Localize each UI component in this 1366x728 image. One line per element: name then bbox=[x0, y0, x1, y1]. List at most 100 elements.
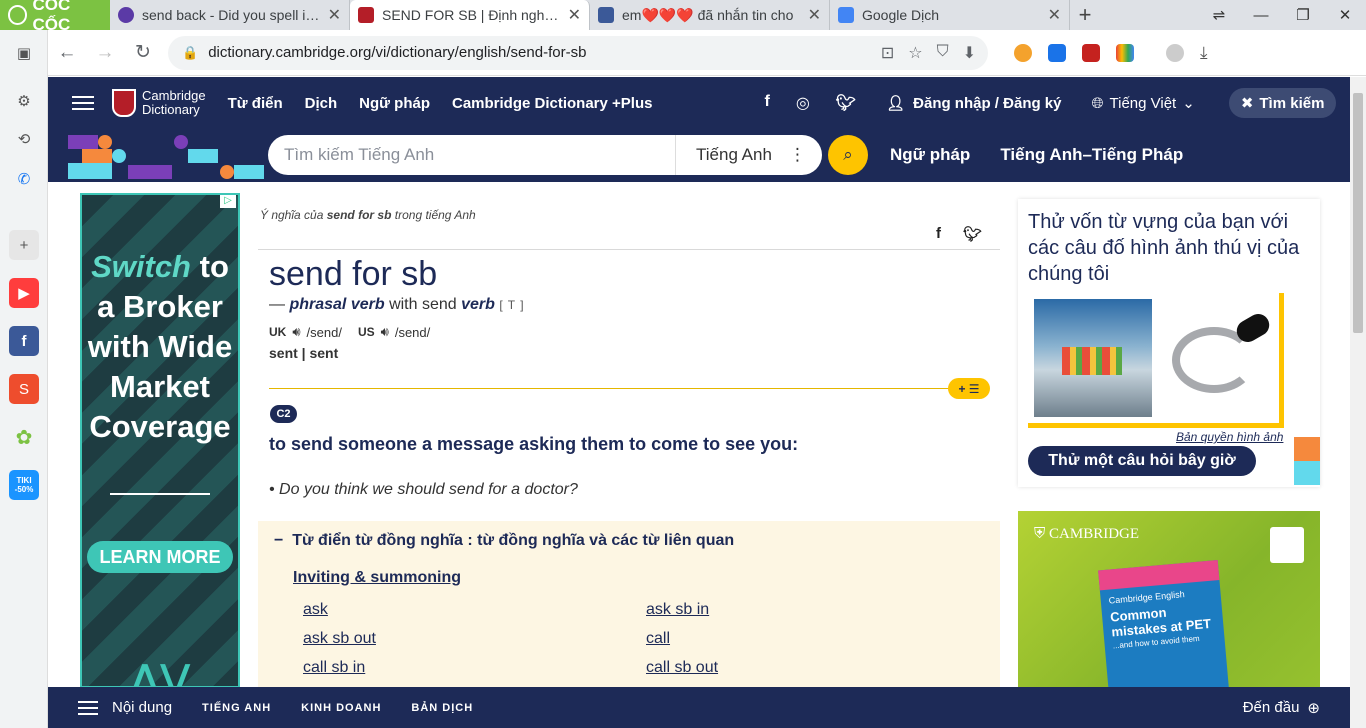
page-scrollbar[interactable] bbox=[1350, 77, 1366, 728]
search-toggle-button[interactable]: ✖ Tìm kiếm bbox=[1228, 88, 1337, 118]
nav-dictionary[interactable]: Từ điển bbox=[228, 95, 283, 112]
close-tab-icon[interactable]: ✕ bbox=[328, 5, 341, 25]
history-icon[interactable]: ⟲ bbox=[9, 124, 39, 154]
close-icon: ✖ bbox=[1240, 95, 1254, 112]
thesaurus-word[interactable]: call sb out bbox=[646, 659, 718, 677]
extension-icon[interactable] bbox=[1014, 43, 1032, 62]
link-business[interactable]: KINH DOANH bbox=[301, 702, 381, 714]
leaf-app-icon[interactable]: ✿ bbox=[9, 422, 39, 452]
browser-tab-3[interactable]: em❤️❤️❤️ đã nhắn tin cho ✕ bbox=[590, 0, 830, 30]
scrollbar-thumb[interactable] bbox=[1353, 93, 1363, 333]
search-input[interactable]: Tìm kiếm Tiếng Anh bbox=[268, 135, 676, 175]
minimize-icon[interactable]: — bbox=[1240, 0, 1282, 30]
link-english-french[interactable]: Tiếng Anh–Tiếng Pháp bbox=[1000, 145, 1183, 165]
pos-label: phrasal verb bbox=[289, 296, 385, 313]
uk-audio-icon[interactable]: 🔊︎ bbox=[292, 324, 300, 340]
twitter-share-icon[interactable]: 🐦︎ bbox=[963, 225, 982, 243]
reload-button[interactable]: ↻ bbox=[124, 41, 162, 64]
thesaurus-word[interactable]: ask bbox=[303, 601, 328, 619]
browser-brand[interactable]: CỐC CỐC bbox=[0, 0, 110, 34]
decor-block bbox=[174, 135, 188, 149]
nav-grammar[interactable]: Ngữ pháp bbox=[359, 95, 430, 112]
facebook-icon[interactable]: f bbox=[764, 93, 769, 113]
language-selector[interactable]: 🌐︎ Tiếng Việt ⌄ bbox=[1092, 94, 1195, 113]
top-nav: Từ điển Dịch Ngữ pháp Cambridge Dictiona… bbox=[228, 95, 653, 112]
tiki-icon[interactable]: TIKI -50% bbox=[9, 470, 39, 500]
search-button[interactable]: ⌕ bbox=[828, 135, 868, 175]
add-to-list-button[interactable]: + ☰ bbox=[948, 378, 990, 399]
thesaurus-category[interactable]: Inviting & summoning bbox=[293, 569, 461, 587]
site-header: Cambridge Dictionary Từ điển Dịch Ngữ phá… bbox=[48, 77, 1350, 129]
thesaurus-title: Từ điển từ đồng nghĩa : từ đồng nghĩa và… bbox=[292, 532, 735, 549]
forward-button[interactable]: → bbox=[86, 42, 124, 64]
close-tab-icon[interactable]: ✕ bbox=[808, 5, 821, 25]
us-ipa: /send/ bbox=[394, 324, 431, 340]
grammar-code: [ T ] bbox=[499, 298, 525, 312]
browser-tab-1[interactable]: send back - Did you spell it co ✕ bbox=[110, 0, 350, 30]
tab-title: em❤️❤️❤️ đã nhắn tin cho bbox=[622, 6, 794, 23]
nav-plus[interactable]: Cambridge Dictionary +Plus bbox=[452, 95, 652, 112]
link-english[interactable]: TIẾNG ANH bbox=[202, 702, 271, 714]
pos-verb: verb bbox=[461, 296, 495, 313]
contents-link[interactable]: Nội dung bbox=[112, 699, 172, 716]
decor-block bbox=[68, 135, 98, 149]
link-translation[interactable]: BẢN DỊCH bbox=[411, 702, 473, 714]
thesaurus-word[interactable]: call sb in bbox=[303, 659, 365, 677]
uk-label: UK bbox=[269, 325, 287, 339]
adchoices-icon[interactable]: ▷ bbox=[220, 195, 236, 208]
sidebar-toggle-icon[interactable]: ▣ bbox=[9, 38, 39, 68]
decor-block bbox=[188, 149, 218, 163]
url-field[interactable]: 🔒 dictionary.cambridge.org/vi/dictionary… bbox=[168, 35, 988, 70]
facebook-icon[interactable]: f bbox=[9, 326, 39, 356]
extension-icon[interactable] bbox=[1048, 43, 1066, 62]
translate-icon[interactable]: ⊡ bbox=[881, 43, 894, 63]
close-tab-icon[interactable]: ✕ bbox=[568, 5, 581, 25]
menu-icon[interactable] bbox=[72, 92, 94, 114]
dictionary-select[interactable]: Tiếng Anh ⋮ bbox=[676, 145, 822, 165]
download-arrow-icon[interactable]: ⤓ bbox=[1200, 43, 1208, 63]
image-copyright-link[interactable]: Bản quyền hình ảnh bbox=[1176, 430, 1283, 444]
browser-tab-2[interactable]: SEND FOR SB | Định nghĩa tro ✕ bbox=[350, 0, 590, 30]
extension-icon[interactable] bbox=[1116, 43, 1134, 62]
nav-translate[interactable]: Dịch bbox=[305, 95, 338, 112]
cambridge-logo[interactable]: Cambridge Dictionary bbox=[112, 89, 206, 117]
new-tab-button[interactable]: + bbox=[1070, 0, 1100, 30]
login-link[interactable]: 👤︎ Đăng nhập / Đăng ký bbox=[886, 94, 1061, 113]
instagram-icon[interactable]: ◎ bbox=[796, 93, 810, 113]
browser-tab-4[interactable]: Google Dịch ✕ bbox=[830, 0, 1070, 30]
crumb-prefix: Ý nghĩa của bbox=[260, 208, 324, 222]
shopee-icon[interactable]: S bbox=[9, 374, 39, 404]
back-button[interactable]: ← bbox=[48, 42, 86, 64]
close-tab-icon[interactable]: ✕ bbox=[1048, 5, 1061, 25]
try-quiz-button[interactable]: Thử một câu hỏi bây giờ bbox=[1028, 446, 1256, 476]
left-advertisement[interactable]: ▷ Switch to a Broker with Wide Market Co… bbox=[80, 193, 240, 688]
right-advertisement[interactable]: ⛨ CAMBRIDGE Cambridge English Common mis… bbox=[1018, 511, 1320, 688]
decor-block bbox=[112, 149, 126, 163]
thesaurus-word[interactable]: ask sb out bbox=[303, 630, 376, 648]
settings-gear-icon[interactable]: ⚙ bbox=[9, 86, 39, 116]
learn-more-button[interactable]: LEARN MORE bbox=[87, 541, 233, 573]
profile-avatar[interactable] bbox=[1166, 43, 1184, 62]
twitter-icon[interactable]: 🐦︎ bbox=[836, 93, 856, 113]
us-audio-icon[interactable]: 🔊︎ bbox=[381, 324, 389, 340]
shield-icon[interactable]: ⛉ bbox=[937, 43, 949, 63]
thesaurus-word[interactable]: call bbox=[646, 630, 670, 648]
link-grammar[interactable]: Ngữ pháp bbox=[890, 145, 970, 165]
sense-divider bbox=[269, 388, 959, 389]
add-app-icon[interactable]: + bbox=[9, 230, 39, 260]
extension-icon[interactable] bbox=[1082, 43, 1100, 62]
quiz-image-frame[interactable] bbox=[1028, 293, 1284, 428]
tab-search-icon[interactable]: ⇌ bbox=[1198, 0, 1240, 30]
thesaurus-header[interactable]: − Từ điển từ đồng nghĩa : từ đồng nghĩa … bbox=[274, 532, 734, 550]
messenger-icon[interactable]: ✆ bbox=[9, 164, 39, 194]
thesaurus-word[interactable]: ask sb in bbox=[646, 601, 709, 619]
bookmark-star-icon[interactable]: ☆ bbox=[908, 43, 922, 63]
tab-favicon bbox=[838, 7, 854, 23]
youtube-icon[interactable]: ▶ bbox=[9, 278, 39, 308]
close-window-icon[interactable]: ✕ bbox=[1324, 0, 1366, 30]
download-icon[interactable]: ⬇ bbox=[963, 43, 976, 63]
menu-icon[interactable] bbox=[78, 697, 98, 719]
restore-icon[interactable]: ❐ bbox=[1282, 0, 1324, 30]
facebook-share-icon[interactable]: f bbox=[936, 225, 941, 243]
back-to-top-link[interactable]: Đến đầu ⊕ bbox=[1243, 699, 1320, 717]
